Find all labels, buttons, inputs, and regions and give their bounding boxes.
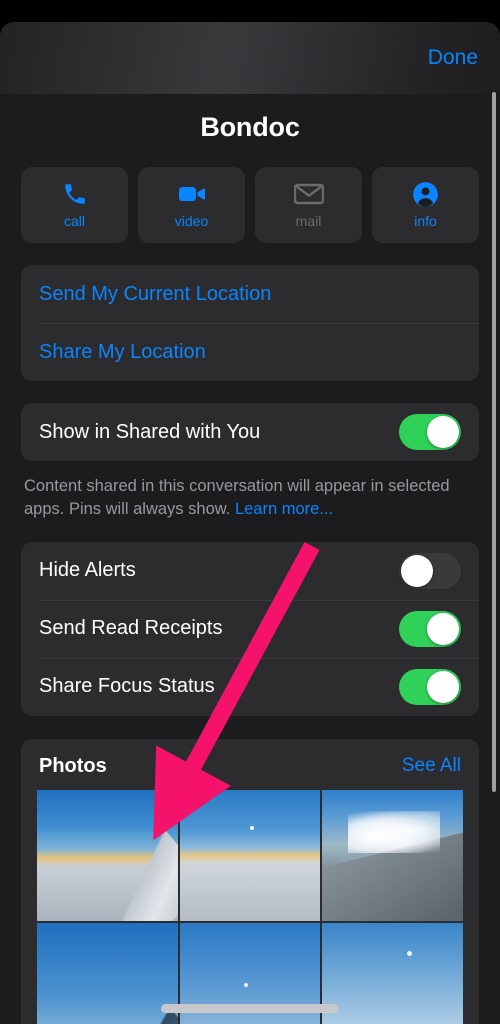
shared-with-you-footer: Content shared in this conversation will… — [0, 461, 500, 522]
toggle-knob — [427, 612, 459, 645]
page-title: Bondoc — [200, 112, 300, 142]
toggle-knob — [401, 554, 433, 587]
toggle-knob — [427, 670, 459, 703]
share-my-location-row[interactable]: Share My Location — [21, 323, 479, 381]
video-thumbnail[interactable]: 0:32 — [322, 789, 463, 921]
video-button[interactable]: video — [138, 167, 245, 243]
share-focus-status-row[interactable]: Share Focus Status — [21, 657, 479, 716]
info-button-label: info — [414, 213, 437, 229]
info-button[interactable]: info — [372, 167, 479, 243]
photo-thumbnail[interactable] — [37, 922, 178, 1024]
photos-header: Photos See All — [21, 739, 479, 790]
photos-card: Photos See All 0:32 — [21, 738, 479, 1024]
photo-grid: 0:32 — [21, 789, 479, 1024]
share-my-location-label: Share My Location — [39, 340, 206, 363]
send-read-receipts-toggle[interactable] — [399, 610, 461, 647]
hide-alerts-toggle[interactable] — [399, 552, 461, 589]
photos-title: Photos — [39, 754, 107, 777]
show-in-shared-with-you-label: Show in Shared with You — [39, 420, 261, 443]
learn-more-link[interactable]: Learn more... — [235, 500, 333, 518]
show-in-shared-with-you-toggle[interactable] — [399, 414, 461, 450]
mail-button: mail — [255, 167, 362, 243]
shared-with-you-card: Show in Shared with You — [21, 403, 479, 461]
photo-thumbnail[interactable] — [37, 789, 178, 921]
contact-actions-row: call video mail info — [0, 143, 500, 243]
home-indicator — [161, 1004, 339, 1013]
share-focus-status-toggle[interactable] — [399, 668, 461, 705]
person-circle-icon — [412, 181, 439, 207]
phone-screen: Done Bondoc call video mail info Send My… — [0, 0, 500, 1024]
call-button[interactable]: call — [21, 167, 128, 243]
toggle-knob — [427, 416, 459, 448]
mail-button-label: mail — [295, 213, 322, 229]
show-in-shared-with-you-row[interactable]: Show in Shared with You — [21, 403, 479, 461]
mail-icon — [293, 181, 324, 207]
cloud-detail — [347, 810, 441, 853]
video-icon — [178, 181, 206, 207]
header-mask: Done — [0, 0, 500, 94]
vertical-scrollbar[interactable] — [492, 92, 496, 792]
share-focus-status-label: Share Focus Status — [39, 675, 215, 698]
hide-alerts-label: Hide Alerts — [39, 559, 136, 582]
send-my-current-location-label: Send My Current Location — [39, 282, 272, 305]
video-button-label: video — [174, 213, 209, 229]
conversation-settings-card: Hide Alerts Send Read Receipts Share Foc… — [21, 541, 479, 716]
photo-thumbnail[interactable] — [322, 922, 463, 1024]
location-card: Send My Current Location Share My Locati… — [21, 265, 479, 381]
send-read-receipts-row[interactable]: Send Read Receipts — [21, 599, 479, 658]
phone-icon — [62, 181, 88, 207]
photo-thumbnail[interactable] — [179, 789, 321, 921]
sheet-header-bar: Done — [0, 22, 500, 94]
sheet-content: Bondoc call video mail info Send My Curr… — [0, 94, 500, 1024]
send-my-current-location-row[interactable]: Send My Current Location — [21, 265, 479, 323]
done-button[interactable]: Done — [428, 46, 478, 70]
video-duration-badge: 0:32 — [421, 895, 456, 915]
call-button-label: call — [63, 213, 85, 229]
see-all-link[interactable]: See All — [402, 755, 461, 777]
hide-alerts-row[interactable]: Hide Alerts — [21, 542, 479, 600]
send-read-receipts-label: Send Read Receipts — [39, 617, 223, 640]
